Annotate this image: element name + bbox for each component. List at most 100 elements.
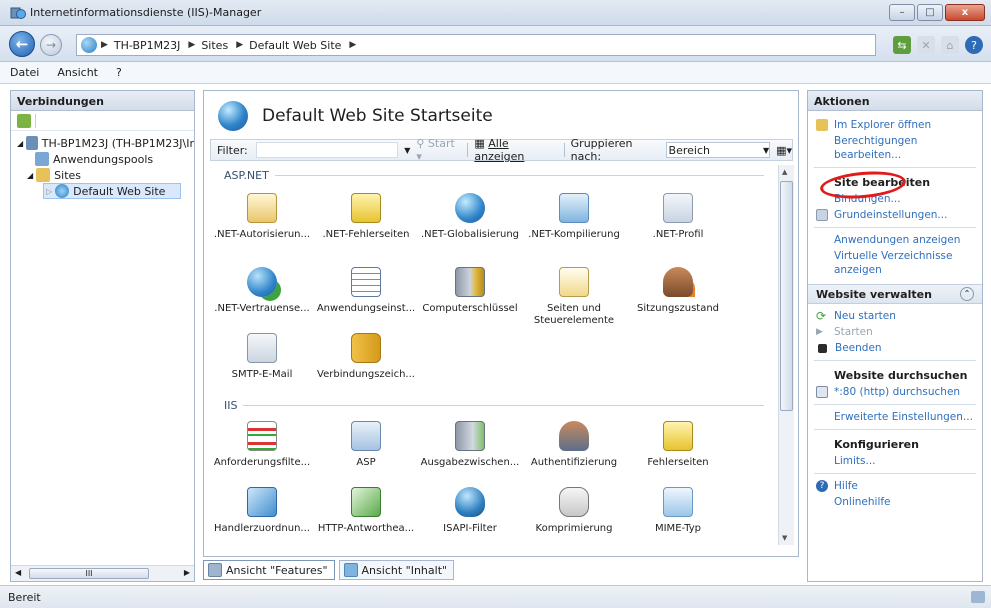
- menu-file[interactable]: Datei: [10, 66, 39, 79]
- menu-bar: Datei Ansicht ?: [0, 62, 991, 84]
- scroll-right-icon[interactable]: ▶: [184, 568, 190, 577]
- feature-request-filtering[interactable]: Anforderungsfilte...: [210, 421, 314, 469]
- feature-net-compilation[interactable]: .NET-Kompilierung: [522, 193, 626, 241]
- feature-net-profile[interactable]: .NET-Profil: [626, 193, 730, 241]
- filter-bar: Filter: ▼ ⚲ Start ▾ ▦ Alle anzeigen Grup…: [210, 137, 793, 163]
- minimize-button[interactable]: –: [889, 4, 915, 21]
- tree-item-app-pools[interactable]: Anwendungspools: [17, 151, 194, 167]
- scroll-up-icon[interactable]: ▲: [782, 168, 787, 176]
- close-button[interactable]: x: [945, 4, 985, 21]
- collapse-icon[interactable]: ⌃: [960, 287, 974, 301]
- connect-icon[interactable]: ⇆: [893, 36, 911, 54]
- separator: [814, 404, 976, 405]
- profile-icon: [663, 193, 693, 223]
- tree-item-sites[interactable]: ◢ Sites: [17, 167, 194, 183]
- feature-asp[interactable]: ASP: [314, 421, 418, 469]
- filter-label: Filter:: [217, 143, 248, 157]
- website-globe-icon: [218, 101, 248, 131]
- start-filter-button[interactable]: ⚲ Start ▾: [416, 137, 461, 163]
- action-edit-permissions[interactable]: Berechtigungen bearbeiten...: [808, 133, 982, 163]
- mime-type-icon: [663, 487, 693, 517]
- scroll-down-icon[interactable]: ▼: [782, 534, 787, 542]
- action-basic-settings[interactable]: Grundeinstellungen...: [808, 207, 982, 223]
- feature-machine-key[interactable]: Computerschlüssel: [418, 267, 522, 315]
- tab-features-view[interactable]: Ansicht "Features": [203, 560, 335, 580]
- feature-connection-strings[interactable]: Verbindungszeich...: [314, 333, 418, 381]
- feature-http-response-headers[interactable]: HTTP-Antworthea...: [314, 487, 418, 535]
- action-limits[interactable]: Limits...: [808, 453, 982, 469]
- feature-net-error-pages[interactable]: .NET-Fehlerseiten: [314, 193, 418, 241]
- collapse-arrow-icon[interactable]: ▷: [46, 187, 52, 196]
- browse-website-header: Website durchsuchen: [834, 369, 968, 382]
- expand-icon[interactable]: ◢: [17, 139, 23, 148]
- group-header-aspnet[interactable]: ASP.NET: [224, 169, 764, 182]
- feature-net-globalization[interactable]: .NET-Globalisierung: [418, 193, 522, 241]
- back-button[interactable]: ←: [9, 31, 35, 57]
- filter-input[interactable]: [255, 142, 399, 158]
- sites-folder-icon: [36, 168, 51, 182]
- maximize-button[interactable]: □: [917, 4, 943, 21]
- feature-handler-mappings[interactable]: Handlerzuordnun...: [210, 487, 314, 535]
- output-cache-icon: [455, 421, 485, 451]
- feature-net-trust-levels[interactable]: .NET-Vertrauense...: [210, 267, 314, 315]
- feature-app-settings[interactable]: Anwendungseinst...: [314, 267, 418, 315]
- feature-error-pages[interactable]: Fehlerseiten: [626, 421, 730, 469]
- action-view-applications[interactable]: Anwendungen anzeigen: [808, 232, 982, 248]
- separator: [814, 473, 976, 474]
- manage-website-section[interactable]: Website verwalten ⌃: [808, 284, 982, 304]
- action-restart[interactable]: ⟳ Neu starten: [808, 308, 982, 324]
- add-connection-icon[interactable]: [17, 113, 31, 128]
- action-browse-http[interactable]: *:80 (http) durchsuchen: [808, 384, 982, 400]
- expand-icon[interactable]: ◢: [27, 171, 33, 180]
- breadcrumb-default-web-site[interactable]: ▶ Default Web Site: [236, 39, 341, 52]
- window-title: Internetinformationsdienste (IIS)-Manage…: [30, 6, 262, 19]
- features-vertical-scrollbar[interactable]: ▲ ▼: [778, 165, 794, 545]
- home-icon[interactable]: ⌂: [941, 36, 959, 54]
- action-stop[interactable]: Beenden: [808, 340, 982, 356]
- connection-string-icon: [351, 333, 381, 363]
- http-headers-icon: [351, 487, 381, 517]
- action-view-virtual-directories[interactable]: Virtuelle Verzeichnisse anzeigen: [808, 248, 982, 278]
- feature-session-state[interactable]: Sitzungszustand: [626, 267, 730, 315]
- action-start[interactable]: ▶ Starten: [808, 324, 982, 340]
- view-mode-icon[interactable]: ▦▾: [776, 144, 792, 157]
- menu-help[interactable]: ?: [116, 66, 122, 79]
- scrollbar-thumb[interactable]: [780, 181, 793, 411]
- breadcrumb-expand-arrow[interactable]: ▶: [349, 40, 362, 50]
- scroll-left-icon[interactable]: ◀: [15, 568, 21, 577]
- feature-isapi-filters[interactable]: ISAPI-Filter: [418, 487, 522, 535]
- help-icon[interactable]: ?: [965, 36, 983, 54]
- compression-icon: [559, 487, 589, 517]
- scrollbar-thumb[interactable]: III: [29, 568, 149, 579]
- feature-net-authorization[interactable]: .NET-Autorisierun...: [210, 193, 314, 241]
- session-state-icon: [663, 267, 693, 297]
- feature-compression[interactable]: Komprimierung: [522, 487, 626, 535]
- separator: [814, 227, 976, 228]
- tree-item-default-web-site[interactable]: ▷ Default Web Site: [43, 183, 181, 199]
- action-advanced-settings[interactable]: Erweiterte Einstellungen...: [808, 409, 982, 425]
- address-bar[interactable]: ▶ TH-BP1M23J ▶ Sites ▶ Default Web Site ▶: [76, 34, 876, 56]
- breadcrumb-sites[interactable]: ▶ Sites: [188, 39, 228, 52]
- authentication-icon: [559, 421, 589, 451]
- stop-icon[interactable]: ✕: [917, 36, 935, 54]
- feature-mime-types[interactable]: MIME-Typ: [626, 487, 730, 535]
- feature-pages-controls[interactable]: Seiten und Steuerelemente: [522, 267, 626, 327]
- navigation-bar: ← → ▶ TH-BP1M23J ▶ Sites ▶ Default Web Site…: [0, 26, 991, 62]
- filter-dropdown-icon[interactable]: ▼: [404, 146, 410, 155]
- show-all-button[interactable]: ▦ Alle anzeigen: [474, 137, 557, 163]
- forward-button[interactable]: →: [40, 34, 62, 56]
- group-by-select[interactable]: Bereich ▼: [665, 142, 771, 158]
- menu-view[interactable]: Ansicht: [57, 66, 98, 79]
- feature-smtp-email[interactable]: SMTP-E-Mail: [210, 333, 314, 381]
- action-open-explorer[interactable]: Im Explorer öffnen: [808, 117, 982, 133]
- globe-icon: [81, 37, 97, 53]
- connections-horizontal-scrollbar[interactable]: ◀ III ▶: [11, 565, 194, 581]
- breadcrumb-server[interactable]: ▶ TH-BP1M23J: [101, 39, 180, 52]
- group-header-iis[interactable]: IIS: [224, 399, 764, 412]
- tab-content-view[interactable]: Ansicht "Inhalt": [338, 560, 455, 580]
- tree-item-server[interactable]: ◢ TH-BP1M23J (TH-BP1M23J\Ir: [17, 135, 194, 151]
- action-online-help[interactable]: Onlinehilfe: [808, 494, 982, 510]
- feature-authentication[interactable]: Authentifizierung: [522, 421, 626, 469]
- feature-output-caching[interactable]: Ausgabezwischen...: [418, 421, 522, 469]
- action-help[interactable]: ? Hilfe: [808, 478, 982, 494]
